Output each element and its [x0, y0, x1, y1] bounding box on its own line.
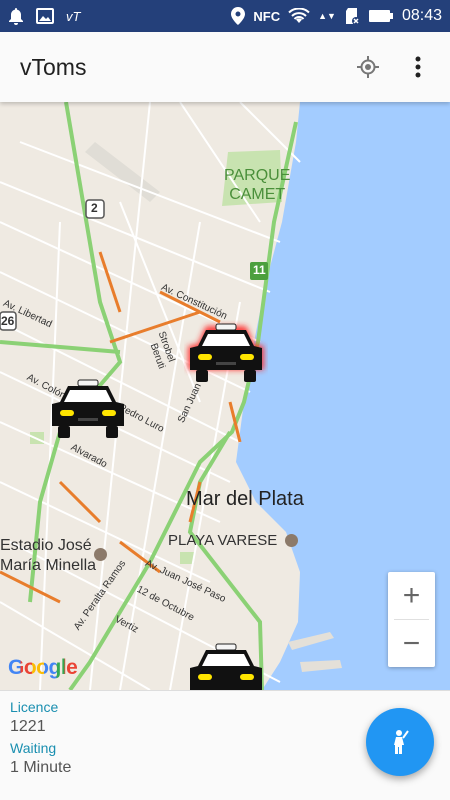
google-logo-text: Google [8, 656, 78, 679]
map-view[interactable]: PARQUE CAMET 2 11 26 Av. Libertad Av. Co… [0, 102, 450, 690]
status-time: 08:43 [401, 7, 442, 24]
location-pin-icon [231, 7, 246, 25]
data-arrows-icon: ▲▼ [318, 11, 336, 21]
route-226-shield: 26 [1, 314, 15, 328]
app-title: vToms [20, 53, 87, 80]
hail-person-icon [389, 729, 411, 755]
image-icon [36, 8, 54, 24]
taxi-marker[interactable] [46, 376, 130, 447]
estadio-label: Estadio José María Minella [0, 537, 97, 574]
stadium-poi-icon [94, 548, 107, 561]
google-logo: Google [8, 656, 78, 680]
zoom-in-button[interactable]: + [388, 572, 435, 619]
sd-card-icon [344, 7, 360, 25]
wifi-icon [288, 8, 310, 24]
beach-poi-icon [285, 534, 298, 547]
overflow-menu-icon[interactable] [406, 55, 430, 79]
status-bar: vT NFC ▲▼ 08:43 [0, 0, 450, 32]
parque-camet-label: PARQUE CAMET [224, 167, 291, 203]
zoom-controls: + − [388, 572, 435, 667]
taxi-marker[interactable] [184, 640, 268, 690]
playa-varese-label: PLAYA VARESE [168, 532, 278, 549]
licence-label: Licence [10, 699, 59, 715]
app-badge: vT [66, 8, 81, 24]
taxi-marker-selected[interactable] [184, 320, 268, 391]
app-bar: vToms [0, 32, 450, 102]
zoom-out-button[interactable]: − [388, 620, 435, 667]
my-location-icon[interactable] [356, 55, 380, 79]
mar-del-plata-label: Mar del Plata [186, 488, 304, 510]
battery-icon [368, 8, 394, 24]
route-2-shield: 2 [91, 201, 98, 215]
notification-bell-icon [8, 7, 24, 25]
nfc-icon: NFC [253, 8, 281, 24]
route-11-shield: 11 [253, 263, 266, 277]
hail-taxi-button[interactable] [366, 708, 434, 776]
